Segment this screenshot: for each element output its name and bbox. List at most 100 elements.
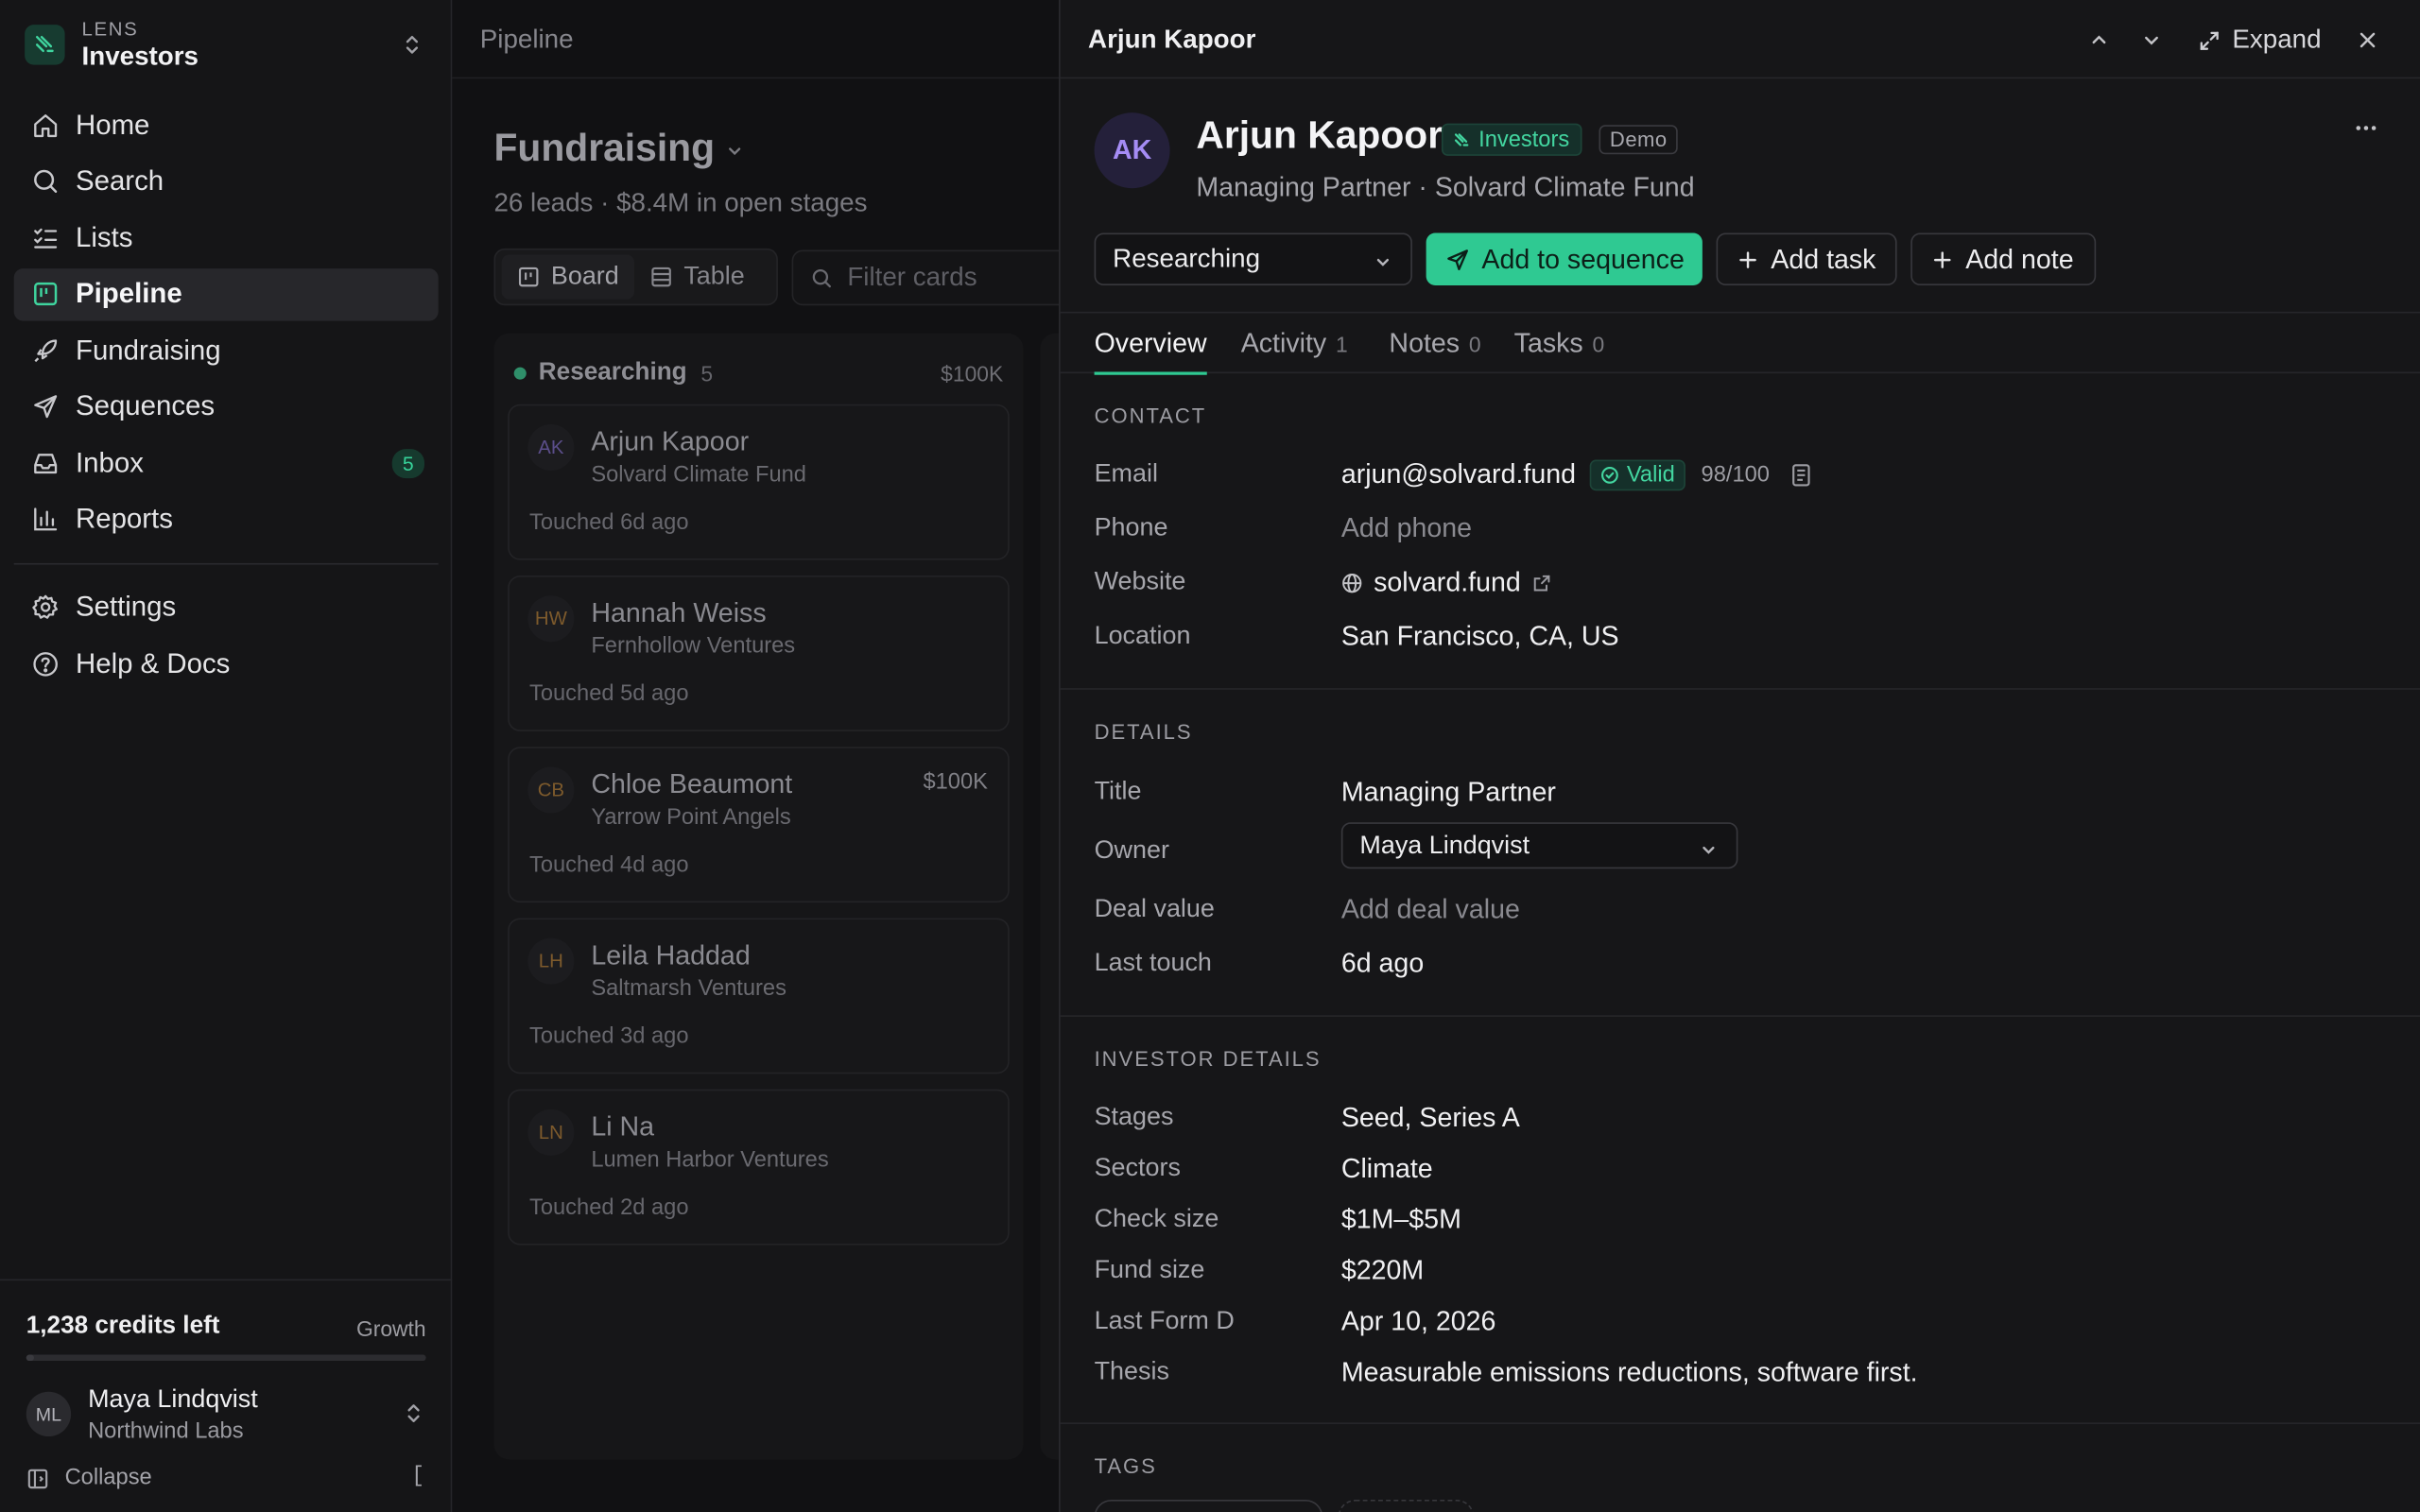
form-d-row: Last Form D Apr 10, 2026 (1095, 1304, 2391, 1341)
title-value[interactable]: Managing Partner (1341, 776, 1556, 808)
tab-count: 1 (1335, 332, 1348, 357)
workspace-name: Investors (81, 41, 199, 71)
title-row: Title Managing Partner (1095, 775, 2391, 812)
add-note-label: Add note (1965, 243, 2074, 274)
chevron-up-icon (2089, 29, 2111, 51)
nav-item-home[interactable]: Home (14, 98, 439, 151)
page-title[interactable]: Fundraising (493, 127, 744, 171)
field-label: Location (1094, 621, 1191, 650)
column-name: Researching (538, 359, 687, 387)
plus-icon (1738, 249, 1771, 269)
column-header: Researching 5 $100K (513, 358, 1004, 389)
lead-card[interactable]: LN Li Na Lumen Harbor Ventures Touched 2… (508, 1089, 1010, 1246)
chevron-down-icon (2141, 29, 2163, 51)
add-deal-value-link[interactable]: Add deal value (1341, 893, 1520, 925)
pipeline-column-researching: Researching 5 $100K AK Arjun Kapoor Solv… (493, 333, 1024, 1460)
tab-tasks[interactable]: Tasks 0 (1514, 327, 1605, 375)
location-row: Location San Francisco, CA, US (1095, 619, 2391, 656)
website-value[interactable]: solvard.fund (1341, 566, 1552, 598)
add-to-sequence-label: Add to sequence (1481, 243, 1685, 274)
expand-button[interactable]: Expand (2199, 25, 2322, 56)
column-total: $100K (941, 361, 1004, 387)
section-title: INVESTOR DETAILS (1094, 1047, 1322, 1072)
email-address[interactable]: arjun@solvard.fund (1341, 458, 1576, 490)
nav-item-reports[interactable]: Reports (14, 493, 439, 546)
nav-label: Settings (76, 591, 177, 622)
stage-select[interactable]: Researching (1094, 232, 1412, 286)
document-icon[interactable] (1789, 462, 1811, 487)
tab-count: 0 (1592, 332, 1605, 357)
panel-tabs: Overview Activity 1 Notes 0 Tasks 0 (1060, 311, 2420, 375)
email-status: Valid (1626, 461, 1675, 488)
owner-select[interactable]: Maya Lindqvist (1340, 822, 1738, 869)
close-panel-button[interactable] (2349, 22, 2386, 59)
tab-activity[interactable]: Activity 1 (1241, 327, 1348, 375)
add-task-button[interactable]: Add task (1717, 232, 1898, 286)
avatar: HW (527, 595, 575, 643)
breadcrumb[interactable]: Pipeline (480, 25, 574, 56)
list-badge[interactable]: Investors (1441, 123, 1582, 156)
field-label: Title (1094, 777, 1142, 806)
add-to-sequence-button[interactable]: Add to sequence (1426, 232, 1703, 286)
workspace-label: LENS (81, 17, 139, 40)
lead-last-touch: Touched 6d ago (529, 510, 689, 536)
fund-size-value: $220M (1340, 1254, 1425, 1286)
board-label: Board (550, 262, 619, 290)
more-options-button[interactable] (2352, 120, 2379, 135)
email-value: arjun@solvard.fund Valid 98/100 (1341, 458, 1811, 490)
lead-last-touch: Touched 5d ago (529, 681, 689, 707)
lead-card[interactable]: LH Leila Haddad Saltmarsh Ventures Touch… (508, 918, 1010, 1074)
sectors-row: Sectors Climate (1095, 1151, 2391, 1188)
lead-card[interactable]: CB Chloe Beaumont Yarrow Point Angels To… (508, 747, 1010, 903)
workspace-logo-icon (25, 25, 65, 65)
nav-item-fundraising[interactable]: Fundraising (14, 324, 439, 377)
tab-count: 0 (1468, 332, 1481, 357)
tag-chip[interactable] (1094, 1499, 1323, 1512)
tab-label: Activity (1240, 327, 1327, 358)
next-lead-button[interactable] (2134, 22, 2170, 59)
previous-lead-button[interactable] (2081, 22, 2118, 59)
nav-item-search[interactable]: Search (14, 155, 439, 208)
stages-value: Seed, Series A (1340, 1101, 1520, 1133)
email-valid-badge: Valid (1589, 458, 1686, 490)
sidebar: LENS Investors Home Search Lists Pipelin… (0, 0, 453, 1512)
panel-header: Arjun Kapoor Expand (1060, 0, 2420, 79)
nav-label: Help & Docs (76, 646, 231, 679)
nav-divider (13, 562, 439, 564)
inbox-count-badge: 5 (391, 449, 424, 479)
filter-cards-input[interactable]: Filter cards (791, 249, 1101, 306)
plan-name[interactable]: Growth (356, 1316, 426, 1341)
inbox-icon (27, 446, 61, 480)
globe-icon (1341, 572, 1363, 593)
lead-name: Chloe Beaumont (591, 768, 793, 799)
nav-item-settings[interactable]: Settings (14, 581, 439, 634)
nav-item-pipeline[interactable]: Pipeline (13, 267, 439, 320)
thesis-value: Measurable emissions reductions, softwar… (1340, 1356, 1918, 1387)
chevron-down-icon (725, 142, 744, 161)
nav-item-lists[interactable]: Lists (14, 212, 439, 265)
collapse-sidebar-button[interactable]: Collapse [ (26, 1463, 426, 1494)
field-label: Check size (1094, 1205, 1219, 1233)
lead-card[interactable]: AK Arjun Kapoor Solvard Climate Fund Tou… (508, 404, 1010, 560)
tab-overview[interactable]: Overview (1094, 327, 1207, 375)
nav-item-sequences[interactable]: Sequences (14, 380, 439, 433)
expand-label: Expand (2232, 25, 2322, 55)
section-title: DETAILS (1094, 720, 1193, 744)
add-phone-link[interactable]: Add phone (1341, 512, 1472, 544)
tab-notes[interactable]: Notes 0 (1389, 327, 1480, 375)
details-section: DETAILS Title Managing Partner Owner May… (1060, 690, 2420, 1017)
add-tag-button[interactable] (1338, 1499, 1475, 1512)
user-menu[interactable]: ML Maya Lindqvist Northwind Labs (26, 1385, 426, 1447)
table-view-button[interactable]: Table (634, 254, 760, 299)
add-note-button[interactable]: Add note (1911, 232, 2096, 286)
lead-firm: Lumen Harbor Ventures (591, 1147, 829, 1173)
nav-item-inbox[interactable]: Inbox 5 (14, 437, 439, 490)
lead-card[interactable]: HW Hannah Weiss Fernhollow Ventures Touc… (508, 575, 1010, 731)
workspace-switcher[interactable]: LENS Investors (25, 12, 429, 77)
board-view-button[interactable]: Board (501, 254, 635, 300)
nav-item-help[interactable]: Help & Docs (14, 637, 439, 690)
lead-deal-value: $100K (923, 769, 988, 795)
lead-name: Li Na (591, 1110, 655, 1143)
sidebar-collapse-icon (26, 1467, 49, 1489)
field-label: Last Form D (1094, 1306, 1235, 1335)
